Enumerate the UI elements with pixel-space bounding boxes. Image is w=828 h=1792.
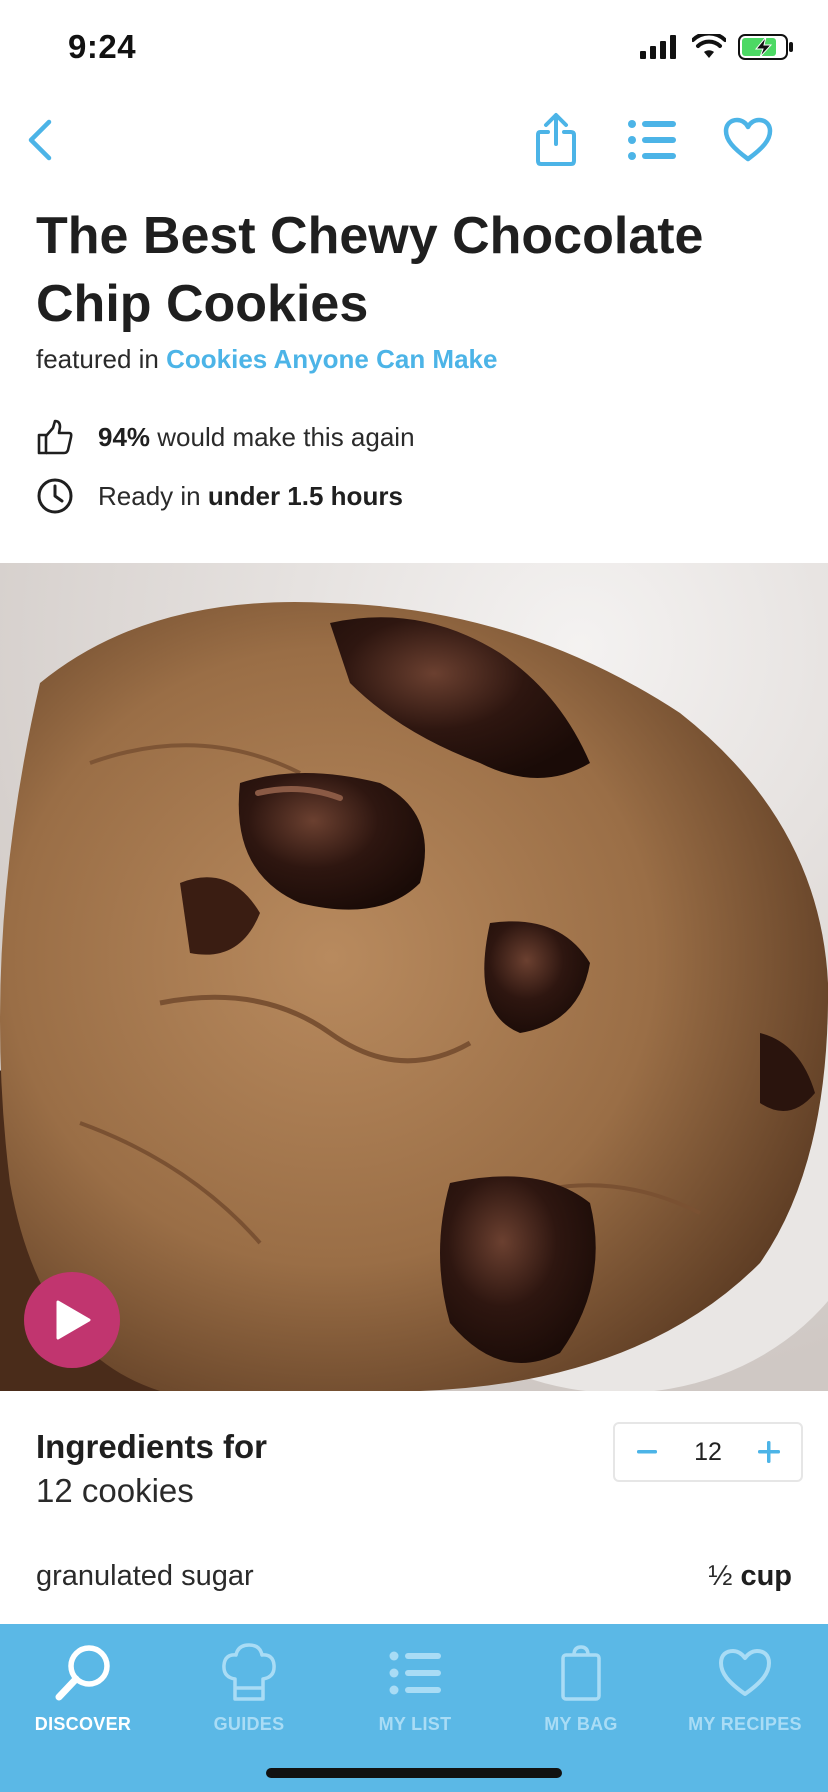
list-icon [628,120,676,160]
status-time: 9:24 [68,28,137,65]
ingredients-servings-text: 12 cookies [36,1472,194,1509]
tab-bar: DISCOVER GUIDES MY LIST MY BAG MY RECIPE… [0,1624,828,1792]
featured-in: featured in Cookies Anyone Can Make [36,344,497,375]
home-indicator[interactable] [266,1768,562,1778]
wifi-icon [692,34,726,58]
back-button[interactable] [8,108,72,172]
ready-time: under 1.5 hours [207,480,403,511]
tab-label: MY LIST [378,1714,452,1734]
ingredient-unit: cup [740,1560,792,1592]
tab-label: MY RECIPES [688,1714,802,1734]
bag-icon [561,1645,601,1701]
share-icon [536,113,576,166]
increase-servings-button[interactable] [751,1434,787,1470]
ingredient-name: granulated sugar [36,1560,254,1592]
ingredient-quantity: ½ cup [708,1560,792,1593]
ready-time-row: Ready in under 1.5 hours [36,477,403,515]
tab-label: MY BAG [544,1714,618,1734]
heart-icon [719,1649,771,1696]
share-button[interactable] [524,108,588,172]
search-icon [55,1645,110,1701]
play-icon [56,1300,91,1340]
play-video-button[interactable] [24,1272,120,1368]
ingredients-heading: Ingredients for [36,1428,268,1465]
tab-discover[interactable]: DISCOVER [0,1624,166,1744]
cookie-photo [0,563,828,1391]
status-bar: 9:24 [0,0,828,100]
rating-row: 94% would make this again [36,418,415,456]
decrease-servings-button[interactable] [629,1434,665,1470]
nav-bar [0,100,828,200]
tab-label: GUIDES [213,1714,285,1734]
ingredient-item: granulated sugar ½ cup [36,1560,792,1593]
battery-charging-icon [738,34,793,60]
featured-prefix: featured in [36,344,159,374]
favorite-button[interactable] [716,108,780,172]
rating-percent: 94% [98,421,151,452]
signal-icon [640,35,676,59]
servings-value: 12 [694,1437,722,1466]
rating-text: would make this again [157,421,415,452]
recipe-hero-image[interactable] [0,563,828,1391]
tab-my-list[interactable]: MY LIST [332,1624,498,1744]
add-to-list-button[interactable] [620,108,684,172]
recipe-title: The Best Chewy Chocolate Chip Cookies [36,207,704,333]
tab-my-recipes[interactable]: MY RECIPES [662,1624,828,1744]
thumbs-up-icon [36,418,74,456]
ready-prefix: Ready in [98,480,201,511]
tab-my-bag[interactable]: MY BAG [498,1624,664,1744]
chevron-left-icon [28,119,52,161]
tab-guides[interactable]: GUIDES [166,1624,332,1744]
plus-icon [758,1441,780,1463]
tab-label: DISCOVER [34,1714,132,1734]
minus-icon [637,1450,657,1454]
chef-hat-icon [222,1643,276,1701]
list-icon [389,1651,441,1695]
servings-stepper: 12 [613,1422,803,1482]
featured-collection-link[interactable]: Cookies Anyone Can Make [166,344,497,374]
heart-icon [723,117,773,162]
ingredient-amount: ½ [708,1560,733,1592]
clock-icon [36,477,74,515]
status-icons [640,34,794,60]
